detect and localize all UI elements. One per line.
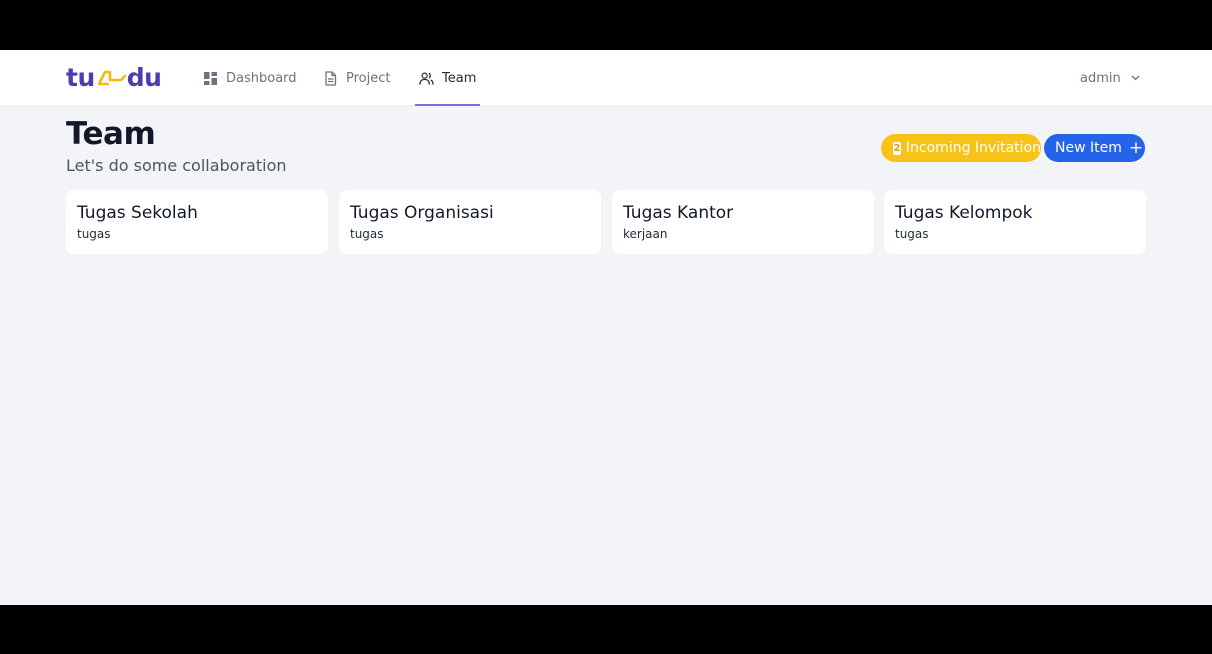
- logo[interactable]: tu du: [66, 62, 162, 92]
- team-card-tugas-sekolah[interactable]: Tugas Sekolah tugas: [66, 190, 328, 254]
- team-card-title: Tugas Organisasi: [350, 203, 494, 223]
- logo-text-left: tu: [66, 62, 95, 92]
- grid-icon: [204, 71, 217, 85]
- page-subtitle: Let's do some collaboration: [66, 156, 287, 175]
- user-menu[interactable]: admin: [1080, 50, 1140, 106]
- team-card-title: Tugas Kelompok: [895, 203, 1033, 223]
- page-title: Team: [66, 116, 156, 152]
- incoming-invitation-button[interactable]: 2 Incoming Invitation: [881, 134, 1041, 162]
- team-card-tugas-kelompok[interactable]: Tugas Kelompok tugas: [884, 190, 1146, 254]
- team-card-description: tugas: [77, 227, 111, 241]
- team-card-description: tugas: [895, 227, 929, 241]
- team-card-title: Tugas Sekolah: [77, 203, 198, 223]
- users-icon: [419, 72, 434, 85]
- app-screen: tu du Dashboard Project Team admin Team …: [0, 50, 1212, 605]
- team-card-tugas-organisasi[interactable]: Tugas Organisasi tugas: [339, 190, 601, 254]
- chevron-down-icon: [1131, 75, 1140, 81]
- logo-text-right: du: [126, 62, 162, 92]
- top-navbar: tu du Dashboard Project Team admin: [0, 50, 1212, 106]
- team-card-title: Tugas Kantor: [623, 203, 734, 223]
- nav-dashboard-label: Dashboard: [226, 70, 297, 86]
- invitation-count-badge: 2: [893, 141, 901, 155]
- team-card-description: kerjaan: [623, 227, 668, 241]
- logo-link-icon: [97, 70, 126, 86]
- team-card-description: tugas: [350, 227, 384, 241]
- user-name: admin: [1080, 70, 1121, 86]
- nav-team-label: Team: [442, 70, 477, 86]
- document-icon: [325, 70, 337, 86]
- team-card-tugas-kantor[interactable]: Tugas Kantor kerjaan: [612, 190, 874, 254]
- plus-icon: +: [1128, 137, 1144, 158]
- nav-dashboard[interactable]: Dashboard: [203, 50, 297, 106]
- nav-project[interactable]: Project: [323, 50, 390, 106]
- invitation-label: Incoming Invitation: [905, 140, 1041, 156]
- nav-project-label: Project: [346, 70, 391, 86]
- new-item-button[interactable]: New Item +: [1044, 134, 1145, 162]
- nav-team[interactable]: Team: [414, 50, 481, 106]
- new-item-label: New Item: [1055, 140, 1122, 156]
